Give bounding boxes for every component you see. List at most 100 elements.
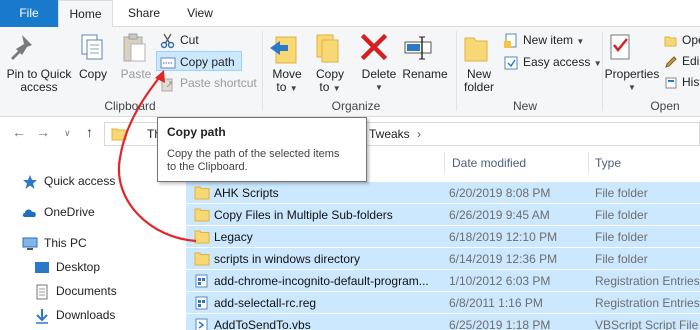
documents-icon [34, 284, 50, 300]
file-type: File folder [595, 186, 648, 200]
nav-item-downloads[interactable]: Downloads [34, 304, 115, 326]
star-icon [22, 174, 38, 190]
new-folder-button[interactable]: New folder [460, 31, 498, 94]
nav-label: OneDrive [44, 205, 95, 219]
paste-label: Paste [120, 67, 152, 81]
cut-label: Cut [180, 33, 199, 47]
table-row[interactable]: add-selectall-rc.reg 6/8/2011 1:16 PM Re… [186, 291, 700, 313]
copy-label: Copy [78, 67, 107, 81]
nav-item-documents[interactable]: Documents [34, 280, 117, 302]
file-type: File folder [595, 252, 648, 266]
nav-label: Desktop [56, 260, 101, 274]
table-row[interactable]: add-chrome-incognito-default-program... … [186, 269, 700, 291]
folder-icon [194, 230, 210, 244]
copy-path-label: Copy path [180, 55, 235, 69]
file-name: Copy Files in Multiple Sub-folders [214, 208, 393, 222]
group-separator [262, 31, 263, 111]
delete-button[interactable]: Delete ▼ [358, 31, 400, 94]
edit-button[interactable]: Edi [664, 51, 699, 71]
copy-path-tooltip: Copy path Copy the path of the selected … [157, 117, 367, 182]
copy-to-icon [311, 31, 349, 65]
breadcrumb-current[interactable]: Tweaks [369, 127, 410, 141]
nav-label: Quick access [44, 174, 116, 188]
desktop-icon [34, 260, 50, 276]
copy-icon [76, 31, 110, 65]
folder-icon [194, 208, 210, 222]
scissors-icon [160, 33, 176, 49]
table-row[interactable]: AddToSendTo.vbs 6/25/2019 1:18 PM VBScri… [186, 313, 700, 330]
move-to-button[interactable]: Move to ▼ [268, 31, 306, 95]
chevron-down-icon: ▼ [593, 59, 602, 68]
new-item-button[interactable]: New item ▼ [503, 30, 584, 50]
pin-icon [4, 31, 74, 65]
up-arrow-icon[interactable]: ↑ [86, 124, 93, 140]
history-button[interactable]: Hist [664, 72, 700, 92]
new-folder-label-2: folder [463, 80, 495, 94]
easy-access-button[interactable]: Easy access ▼ [503, 52, 602, 72]
copy-to-button[interactable]: Copy to ▼ [311, 31, 349, 95]
chevron-right-icon[interactable]: › [417, 127, 421, 141]
folder-icon [194, 186, 210, 200]
folder-icon [194, 252, 210, 266]
file-type: File folder [595, 230, 648, 244]
file-name: add-selectall-rc.reg [214, 296, 317, 310]
paste-button[interactable]: Paste [118, 31, 154, 81]
column-divider[interactable] [588, 152, 589, 174]
file-date: 6/25/2019 1:18 PM [449, 318, 551, 330]
tab-share[interactable]: Share [118, 0, 170, 27]
nav-label: Documents [56, 284, 117, 298]
nav-item-onedrive[interactable]: OneDrive [22, 201, 95, 223]
nav-item-quick-access[interactable]: Quick access [22, 170, 115, 192]
properties-label: Properties [604, 67, 660, 81]
forward-arrow-icon[interactable]: → [36, 124, 50, 140]
file-date: 1/10/2012 6:03 PM [449, 274, 551, 288]
rename-label: Rename [402, 67, 448, 81]
file-type: Registration Entries [595, 296, 700, 310]
cloud-icon [22, 205, 38, 221]
tab-home[interactable]: Home [58, 0, 113, 28]
file-type: File folder [595, 208, 648, 222]
copy-path-button[interactable]: Copy path [156, 51, 242, 71]
move-to-icon [268, 31, 306, 65]
properties-button[interactable]: Properties ▼ [604, 31, 660, 94]
ribbon: Pin to Quick access Copy Paste Cut Copy … [0, 27, 700, 117]
tab-view[interactable]: View [175, 0, 225, 27]
edit-label: Edi [682, 54, 700, 68]
group-separator [456, 31, 457, 111]
open-group-label: Open [650, 99, 680, 113]
tooltip-desc-line1: Copy the path of the selected items [167, 148, 340, 160]
history-label: Hist [682, 75, 700, 89]
cut-button[interactable]: Cut [160, 30, 199, 50]
tab-file[interactable]: File [0, 0, 58, 27]
nav-item-this-pc[interactable]: This PC [22, 232, 87, 254]
chevron-down-icon: ▼ [332, 84, 341, 93]
table-row[interactable]: Legacy 6/18/2019 12:10 PM File folder [186, 225, 700, 247]
paste-shortcut-button[interactable]: Paste shortcut [160, 73, 257, 93]
paste-shortcut-icon [160, 76, 176, 92]
column-divider[interactable] [444, 152, 445, 174]
file-date: 6/18/2019 12:10 PM [449, 230, 558, 244]
easy-access-icon [503, 55, 519, 71]
column-header-type[interactable]: Type [595, 150, 621, 176]
open-button[interactable]: Ope [664, 30, 700, 50]
organize-group-label: Organize [331, 99, 381, 113]
table-row[interactable]: Copy Files in Multiple Sub-folders 6/26/… [186, 203, 700, 225]
chevron-down-icon: ▼ [628, 83, 636, 92]
file-date: 6/26/2019 9:45 AM [449, 208, 550, 222]
nav-item-desktop[interactable]: Desktop [34, 256, 100, 278]
registry-file-icon [194, 296, 210, 310]
file-name: add-chrome-incognito-default-program... [214, 274, 429, 288]
script-file-icon [194, 318, 210, 330]
pin-to-quick-access-button[interactable]: Pin to Quick access [4, 31, 74, 94]
column-header-date[interactable]: Date modified [452, 150, 526, 176]
copy-button[interactable]: Copy [76, 31, 110, 81]
folder-icon [111, 126, 127, 142]
back-arrow-icon[interactable]: ← [12, 124, 26, 140]
recent-locations-icon[interactable]: ∨ [64, 128, 71, 139]
pin-label-line2: access [20, 80, 58, 94]
table-row[interactable]: scripts in windows directory 6/14/2019 1… [186, 247, 700, 269]
file-date: 6/14/2019 12:36 PM [449, 252, 558, 266]
rename-button[interactable]: Rename [402, 31, 448, 81]
table-row[interactable]: AHK Scripts 6/20/2019 8:08 PM File folde… [186, 181, 700, 203]
file-name: scripts in windows directory [214, 252, 361, 266]
